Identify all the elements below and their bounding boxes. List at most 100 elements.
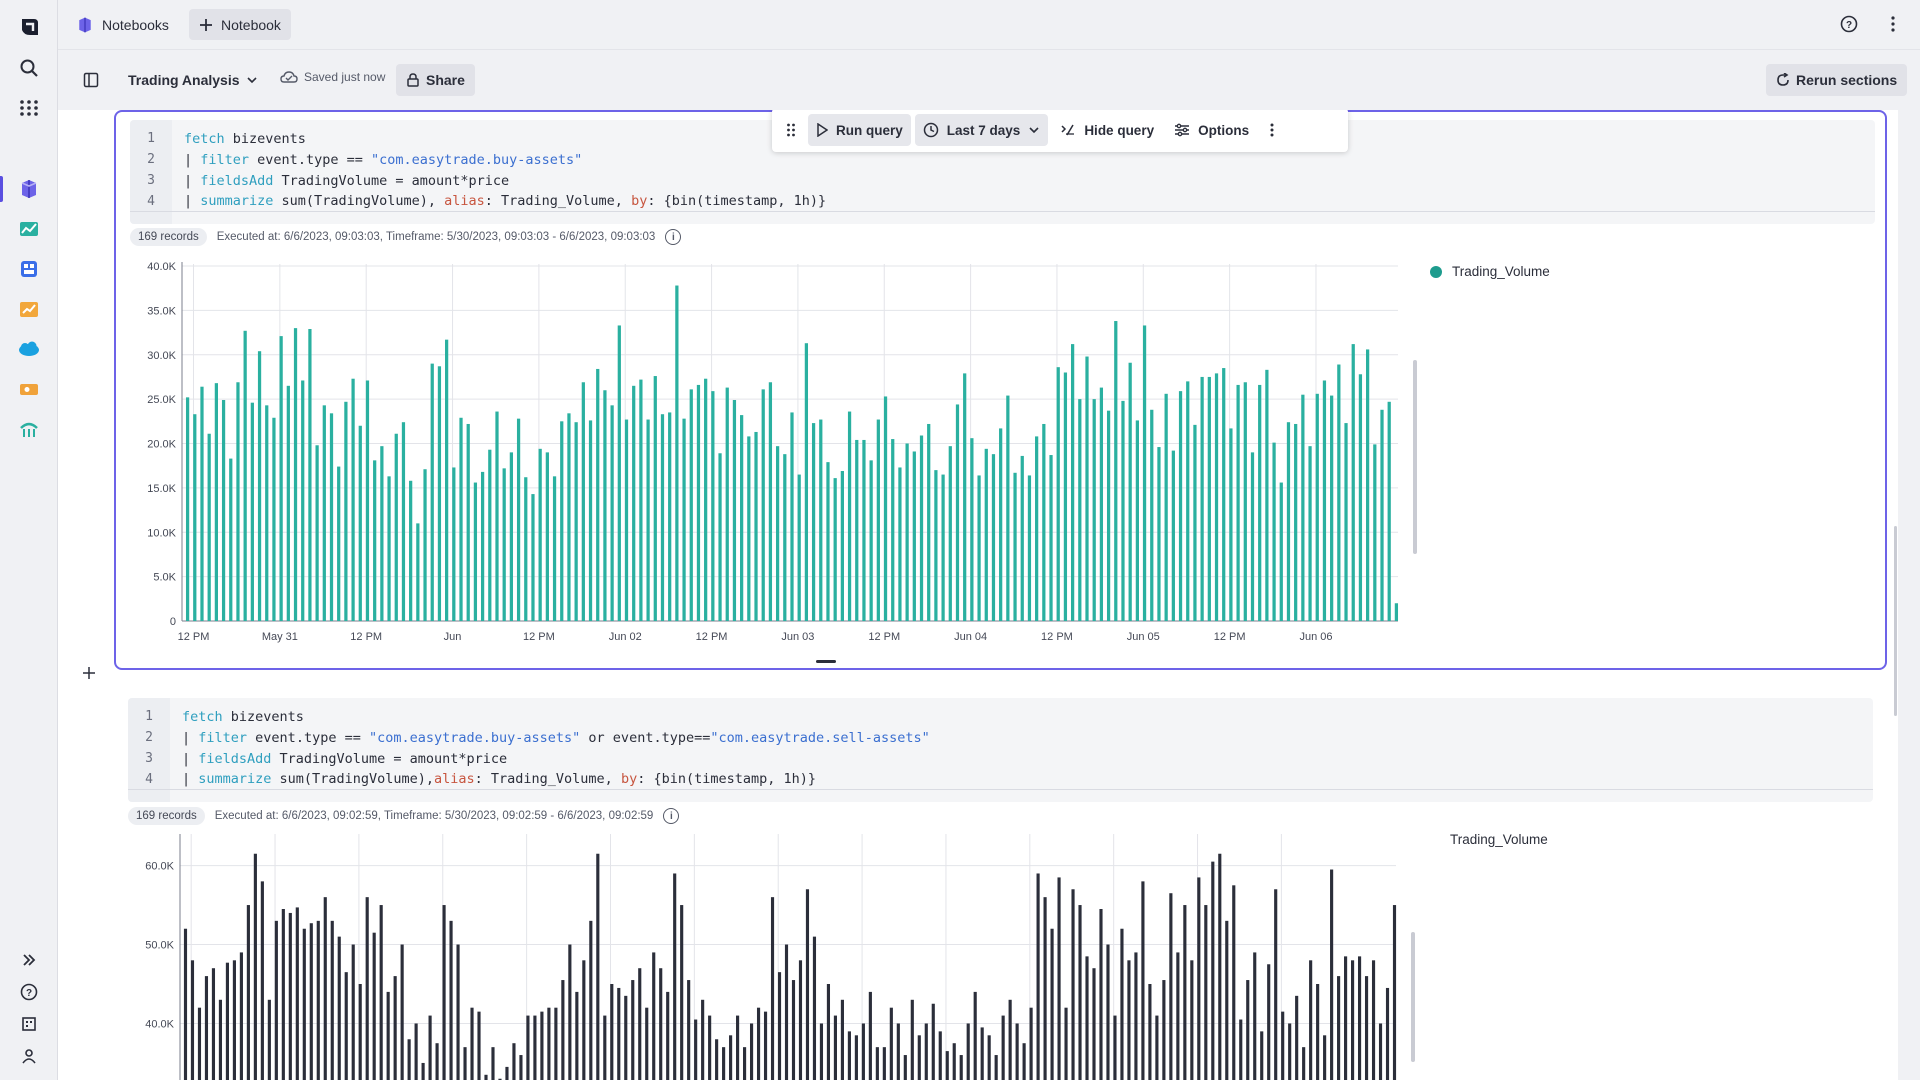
chart-bar[interactable] — [519, 1055, 523, 1080]
chart-bar[interactable] — [833, 478, 837, 621]
section-resize-handle[interactable] — [816, 660, 836, 663]
chart-bar[interactable] — [581, 382, 585, 621]
chart-bar[interactable] — [232, 960, 236, 1080]
chart-bar[interactable] — [286, 385, 290, 621]
chart-bar[interactable] — [344, 972, 348, 1080]
rerun-sections-button[interactable]: Rerun sections — [1766, 64, 1908, 96]
chart-bar[interactable] — [1378, 1023, 1383, 1080]
chart-bar[interactable] — [1022, 1043, 1026, 1080]
chart-bar[interactable] — [214, 383, 218, 621]
chart-bar[interactable] — [725, 387, 729, 621]
chart-bar[interactable] — [704, 378, 708, 621]
chart-bar[interactable] — [610, 405, 614, 621]
chart-bar[interactable] — [1020, 455, 1024, 621]
chart-bar[interactable] — [1337, 364, 1341, 621]
chart-bar[interactable] — [1246, 980, 1250, 1080]
chart-bar[interactable] — [847, 411, 852, 621]
chart-bar[interactable] — [574, 422, 578, 621]
chart-bar[interactable] — [1358, 374, 1363, 621]
drag-handle-icon[interactable] — [778, 114, 804, 146]
chart-bar[interactable] — [554, 1007, 558, 1080]
chart-bar[interactable] — [1008, 999, 1012, 1080]
chart-bar[interactable] — [1243, 382, 1247, 621]
chart-bar[interactable] — [1029, 1007, 1033, 1080]
chart-bar[interactable] — [308, 329, 312, 621]
query-section-1[interactable]: 1 fetch bizevents 2 | filter event.type == … — [114, 110, 1887, 670]
chart-bar[interactable] — [652, 952, 656, 1080]
chart-bar[interactable] — [1085, 356, 1089, 621]
chart-bar[interactable] — [1330, 869, 1334, 1080]
chart-scrollbar[interactable] — [1413, 360, 1417, 554]
chart-bar[interactable] — [1148, 984, 1152, 1080]
chart-bar[interactable] — [1371, 960, 1376, 1080]
chart-bar[interactable] — [798, 960, 803, 1080]
chart-bar[interactable] — [1064, 1007, 1068, 1080]
chart-bar[interactable] — [358, 984, 362, 1080]
chart-bar[interactable] — [1366, 349, 1370, 621]
chart-scrollbar[interactable] — [1411, 932, 1415, 1062]
chart-bar[interactable] — [1001, 1015, 1005, 1080]
ticket-app-icon[interactable] — [14, 374, 44, 404]
chart-bar[interactable] — [272, 417, 276, 621]
chart-bar[interactable] — [941, 474, 945, 621]
chart-bar[interactable] — [617, 325, 621, 621]
chart-bar[interactable] — [790, 412, 794, 621]
chart-bar[interactable] — [777, 972, 782, 1080]
chart-bar[interactable] — [963, 373, 967, 621]
chart-bar[interactable] — [1267, 964, 1271, 1080]
chart-bar[interactable] — [190, 960, 195, 1080]
chart-bar[interactable] — [875, 1047, 879, 1080]
chart-bar[interactable] — [257, 351, 262, 621]
chart-bar[interactable] — [430, 363, 434, 621]
run-query-button[interactable]: Run query — [808, 114, 911, 146]
chart-bar[interactable] — [1265, 369, 1269, 621]
chart-bar[interactable] — [934, 470, 938, 621]
chart-bar[interactable] — [1162, 980, 1166, 1080]
chart-bar[interactable] — [1035, 436, 1039, 621]
chart-bar[interactable] — [876, 419, 880, 621]
chart-bar[interactable] — [770, 897, 775, 1080]
chart-bar[interactable] — [840, 471, 844, 621]
chart-bar[interactable] — [372, 932, 376, 1080]
dynatrace-logo-icon[interactable] — [14, 13, 44, 43]
chart-bar[interactable] — [1204, 905, 1208, 1080]
chart-bar[interactable] — [708, 1015, 712, 1080]
chart-bar[interactable] — [826, 984, 831, 1080]
page-scrollbar[interactable] — [1894, 526, 1897, 716]
chart-bar[interactable] — [1050, 928, 1054, 1080]
chart-bar[interactable] — [1207, 376, 1211, 621]
chart-bar[interactable] — [747, 436, 751, 621]
chart-bar[interactable] — [882, 1047, 886, 1080]
chart-bar[interactable] — [365, 380, 370, 621]
chart-bar[interactable] — [659, 968, 663, 1080]
salesforce-app-icon[interactable] — [14, 334, 44, 364]
chart-bar[interactable] — [804, 343, 809, 621]
chart-bar[interactable] — [1071, 889, 1075, 1080]
chart-bar[interactable] — [811, 423, 816, 621]
chart-bar[interactable] — [660, 414, 665, 621]
apps-grid-icon[interactable] — [14, 93, 44, 123]
chart-bar[interactable] — [711, 391, 715, 621]
section-more-icon[interactable] — [1261, 114, 1283, 146]
chart-bar[interactable] — [316, 920, 320, 1080]
chart-bar[interactable] — [265, 405, 269, 621]
chart-bar[interactable] — [380, 446, 384, 621]
chart-bar[interactable] — [1357, 956, 1362, 1080]
chart-bar[interactable] — [301, 380, 305, 621]
chart-bar[interactable] — [862, 439, 866, 621]
chart-bar[interactable] — [1373, 444, 1377, 621]
chart-bar[interactable] — [1043, 897, 1047, 1080]
chart-bar[interactable] — [477, 1011, 481, 1080]
chart-bar[interactable] — [1258, 384, 1262, 621]
chart-bar[interactable] — [1120, 928, 1124, 1080]
chart-bar[interactable] — [197, 1007, 202, 1080]
chart-bar[interactable] — [1176, 952, 1180, 1080]
chart-bar[interactable] — [945, 1051, 949, 1080]
timeframe-selector[interactable]: Last 7 days — [914, 114, 1049, 146]
chart-bar[interactable] — [653, 376, 657, 621]
chart-bar[interactable] — [1214, 373, 1219, 621]
chart-bar[interactable] — [1294, 423, 1298, 621]
chart-bar[interactable] — [694, 1019, 698, 1080]
chart-bar[interactable] — [267, 999, 271, 1080]
chart-bar[interactable] — [193, 414, 197, 621]
